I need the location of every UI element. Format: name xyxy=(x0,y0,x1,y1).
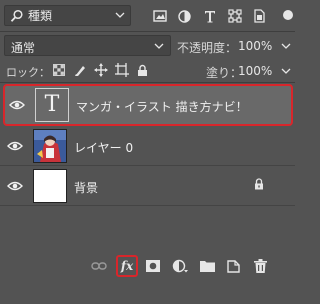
layers-footer: fx xyxy=(0,252,295,280)
lock-row: ロック： 塗り： 100% xyxy=(0,58,295,82)
opacity-value[interactable]: 100% xyxy=(238,39,272,53)
image-layer-thumbnail xyxy=(33,129,67,163)
lock-all-icon[interactable] xyxy=(132,62,153,78)
layer-row-text[interactable]: T マンガ・イラスト 描き方ナビ！ xyxy=(3,84,293,126)
blend-row: 通常 不透明度： 100% xyxy=(0,33,295,57)
layer-name[interactable]: レイヤー 0 xyxy=(74,139,133,156)
eye-icon[interactable] xyxy=(7,179,23,193)
new-layer-icon[interactable] xyxy=(223,256,243,276)
type-icon: T xyxy=(44,92,60,117)
lock-icon[interactable] xyxy=(254,178,264,190)
blend-mode-select[interactable]: 通常 xyxy=(4,35,171,56)
eye-icon[interactable] xyxy=(7,139,23,153)
lock-artboard-icon[interactable] xyxy=(111,62,132,78)
lock-image-pixels-icon[interactable] xyxy=(69,62,90,78)
filter-toggle-switch[interactable] xyxy=(283,10,293,20)
add-mask-icon[interactable] xyxy=(143,256,163,276)
layer-row-image[interactable]: レイヤー 0 xyxy=(0,126,295,166)
pixel-layer-filter-icon[interactable] xyxy=(147,7,172,25)
illustration-thumbnail-image xyxy=(34,130,66,162)
layer-name[interactable]: マンガ・イラスト 描き方ナビ！ xyxy=(76,98,248,115)
layer-style-fx-button[interactable]: fx xyxy=(116,255,138,277)
lock-position-icon[interactable] xyxy=(90,62,111,78)
search-icon xyxy=(10,9,23,22)
lock-icons xyxy=(48,62,153,78)
adjustment-layer-filter-icon[interactable] xyxy=(172,7,197,25)
lock-label: ロック： xyxy=(6,66,50,79)
adjustment-layer-icon[interactable] xyxy=(170,256,190,276)
text-layer-thumbnail: T xyxy=(35,88,69,122)
chevron-down-icon xyxy=(115,12,125,18)
link-layers-icon[interactable] xyxy=(89,256,109,276)
fill-value[interactable]: 100% xyxy=(238,64,272,78)
background-layer-thumbnail xyxy=(33,169,67,203)
eye-icon[interactable] xyxy=(9,98,25,112)
layer-name[interactable]: 背景 xyxy=(74,179,98,196)
fx-icon: fx xyxy=(120,259,134,273)
trash-delete-icon[interactable] xyxy=(250,256,270,276)
layer-row-background[interactable]: 背景 xyxy=(0,166,295,206)
panel-bottom-strip xyxy=(0,285,295,304)
filter-kind-label: 種類 xyxy=(28,9,53,23)
divider xyxy=(0,82,295,83)
opacity-chevron-icon[interactable] xyxy=(281,41,291,51)
chevron-down-icon xyxy=(154,43,164,49)
filter-kind-select[interactable]: 種類 xyxy=(4,5,131,26)
filter-icons xyxy=(147,7,272,25)
smart-object-filter-icon[interactable] xyxy=(247,7,272,25)
filter-row: 種類 xyxy=(0,0,295,32)
fill-chevron-icon[interactable] xyxy=(281,66,291,76)
opacity-label: 不透明度： xyxy=(177,41,238,55)
blend-mode-value: 通常 xyxy=(11,41,36,55)
layers-panel: 種類 通常 不透明度： 100% ロック： 塗り： 100% T マンガ・イラス… xyxy=(0,0,295,304)
divider xyxy=(0,31,295,32)
shape-layer-filter-icon[interactable] xyxy=(222,7,247,25)
type-layer-filter-icon[interactable] xyxy=(197,7,222,25)
fill-label: 塗り： xyxy=(206,66,243,80)
new-group-folder-icon[interactable] xyxy=(197,256,217,276)
lock-transparency-icon[interactable] xyxy=(48,62,69,78)
